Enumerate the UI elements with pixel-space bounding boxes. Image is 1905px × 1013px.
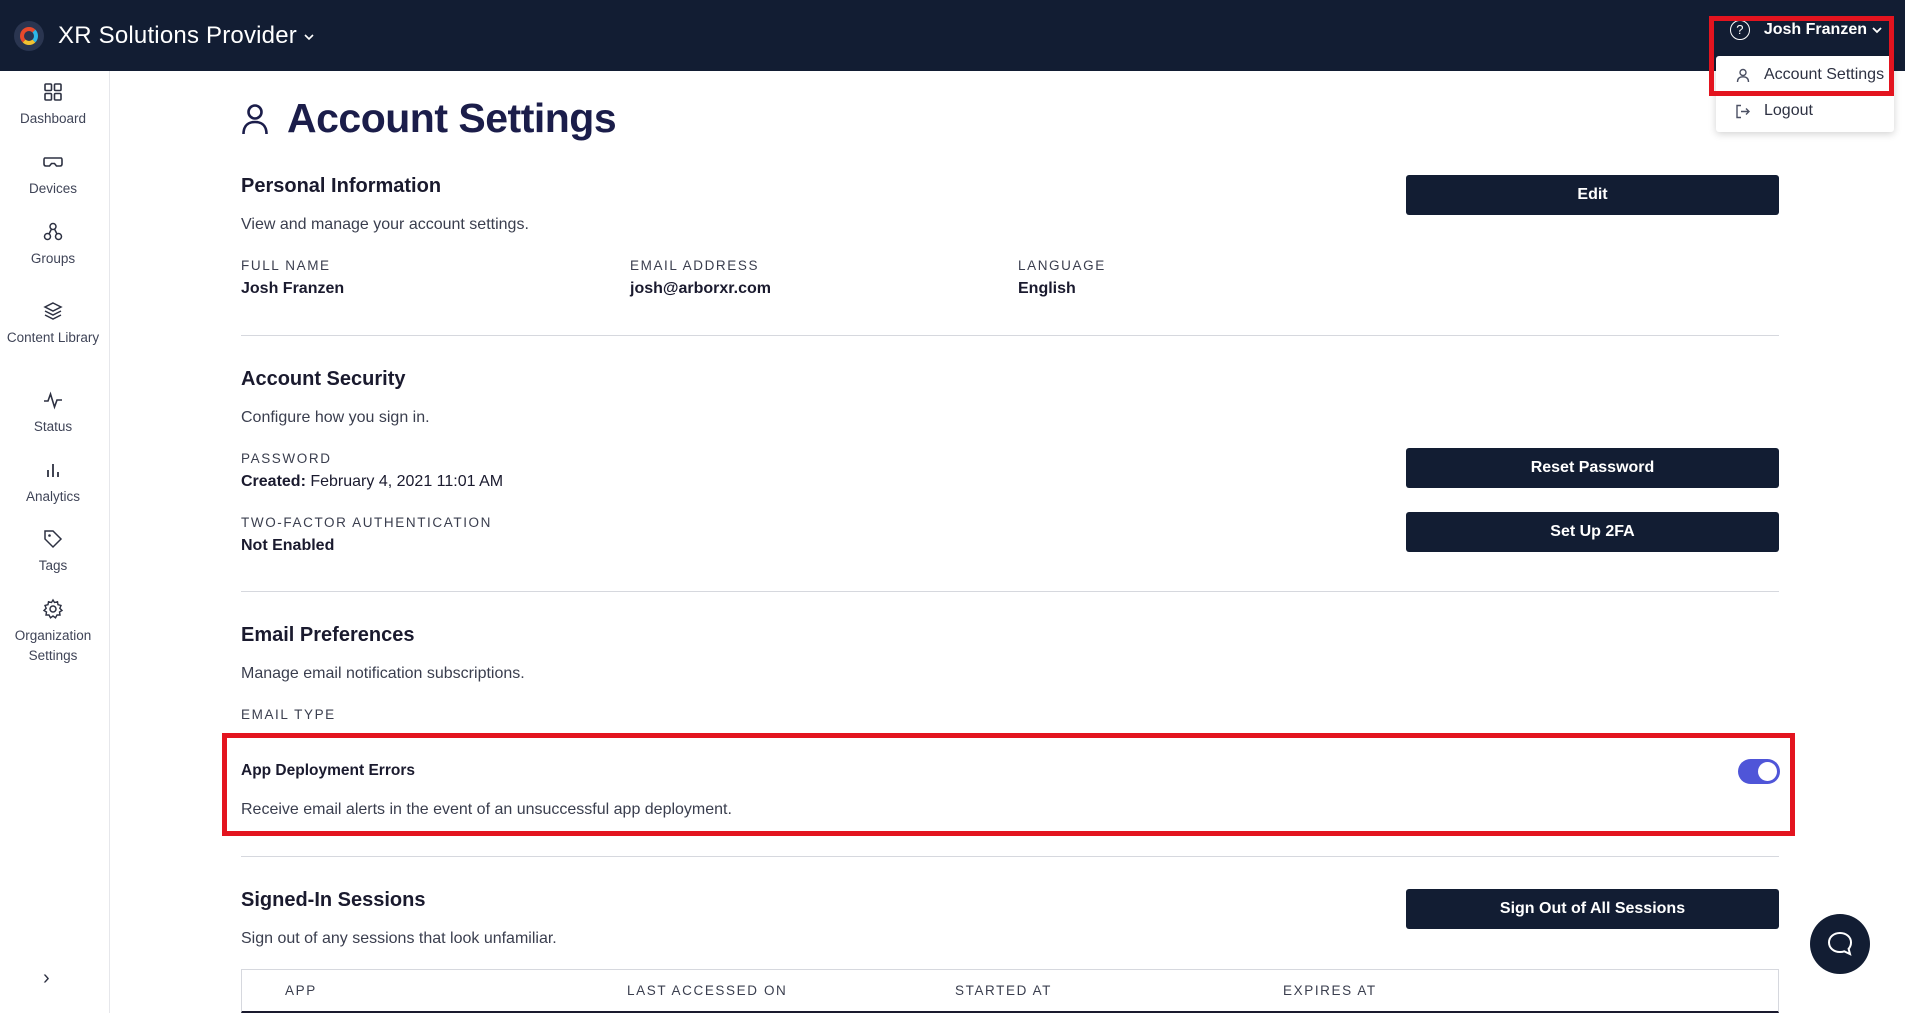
sidebar-item-label: Analytics — [25, 489, 81, 504]
sidebar-item-organization-settings[interactable]: Organization Settings — [0, 598, 106, 666]
org-name: XR Solutions Provider — [58, 21, 297, 49]
user-icon — [1734, 68, 1752, 83]
column-header-expires-at[interactable]: EXPIRES AT — [1283, 983, 1377, 998]
org-switcher[interactable]: XR Solutions Provider — [14, 20, 315, 51]
account-security-subtitle: Configure how you sign in. — [241, 409, 430, 426]
sidebar-item-groups[interactable]: Groups — [0, 221, 106, 269]
divider — [241, 591, 1779, 592]
sidebar-item-dashboard[interactable]: Dashboard — [0, 81, 106, 129]
set-up-2fa-button[interactable]: Set Up 2FA — [1406, 512, 1779, 552]
column-header-last-accessed[interactable]: LAST ACCESSED ON — [627, 983, 787, 998]
email-type-label: EMAIL TYPE — [241, 707, 336, 722]
menu-item-account-settings[interactable]: Account Settings — [1716, 58, 1894, 92]
gear-icon — [42, 598, 64, 619]
sidebar-item-label: Organization Settings — [14, 628, 92, 663]
toggle-knob — [1758, 762, 1777, 781]
sidebar-item-tags[interactable]: Tags — [0, 528, 106, 576]
sidebar-expand-button[interactable]: › — [43, 967, 50, 990]
full-name-label: FULL NAME — [241, 258, 331, 273]
created-label: Created: — [241, 473, 306, 490]
user-menu-dropdown: Account Settings Logout — [1716, 56, 1894, 132]
full-name-value: Josh Franzen — [241, 280, 345, 297]
reset-password-button[interactable]: Reset Password — [1406, 448, 1779, 488]
top-bar: XR Solutions Provider ? Josh Franzen — [0, 0, 1905, 71]
support-chat-button[interactable] — [1810, 914, 1870, 974]
vr-headset-icon — [43, 157, 63, 167]
email-value: josh@arborxr.com — [630, 280, 771, 297]
sidebar-item-label: Dashboard — [19, 111, 87, 126]
twofa-label: TWO-FACTOR AUTHENTICATION — [241, 515, 492, 530]
app-deployment-errors-toggle[interactable] — [1738, 759, 1780, 784]
email-label: EMAIL ADDRESS — [630, 258, 760, 273]
divider — [241, 856, 1779, 857]
menu-item-label: Account Settings — [1764, 66, 1885, 83]
sessions-table-header: APP LAST ACCESSED ON STARTED AT EXPIRES … — [241, 969, 1779, 1013]
sidebar: Dashboard Devices Groups Content Library… — [0, 71, 110, 1013]
user-area: ? Josh Franzen — [1729, 20, 1883, 40]
sidebar-item-content-library[interactable]: Content Library — [0, 300, 106, 348]
edit-button[interactable]: Edit — [1406, 175, 1779, 215]
account-security-title: Account Security — [241, 368, 406, 390]
sidebar-item-label: Tags — [38, 558, 68, 573]
created-value: February 4, 2021 11:01 AM — [310, 473, 504, 490]
page-title: Account Settings — [287, 95, 617, 141]
menu-item-label: Logout — [1764, 102, 1813, 119]
sidebar-item-analytics[interactable]: Analytics — [0, 459, 106, 507]
user-menu-button[interactable]: Josh Franzen — [1764, 21, 1867, 39]
sidebar-item-label: Groups — [30, 251, 76, 266]
sidebar-item-label: Devices — [28, 181, 77, 196]
column-header-started-at[interactable]: STARTED AT — [955, 983, 1052, 998]
org-logo — [14, 20, 44, 51]
logout-icon — [1734, 104, 1752, 119]
sidebar-item-devices[interactable]: Devices — [0, 151, 106, 199]
groups-icon — [43, 222, 63, 241]
twofa-value: Not Enabled — [241, 537, 335, 554]
column-header-app[interactable]: APP — [285, 983, 317, 998]
chat-icon — [1827, 931, 1853, 956]
help-icon[interactable]: ? — [1729, 20, 1750, 40]
language-value: English — [1018, 280, 1076, 297]
user-icon — [242, 103, 268, 134]
sidebar-item-status[interactable]: Status — [0, 389, 106, 437]
email-type-description: Receive email alerts in the event of an … — [241, 801, 732, 818]
sidebar-item-label: Content Library — [6, 330, 100, 345]
personal-info-subtitle: View and manage your account settings. — [241, 216, 529, 233]
bar-chart-icon — [47, 464, 59, 477]
personal-info-title: Personal Information — [241, 175, 442, 197]
sidebar-item-label: Status — [33, 419, 73, 434]
sessions-title: Signed-In Sessions — [241, 889, 426, 911]
divider — [241, 335, 1779, 336]
email-type-title: App Deployment Errors — [241, 762, 415, 779]
tag-icon — [44, 530, 63, 549]
layers-icon — [43, 302, 63, 320]
chevron-down-icon[interactable] — [1871, 26, 1883, 34]
password-created: Created: February 4, 2021 11:01 AM — [241, 473, 503, 491]
dashboard-grid-icon — [44, 83, 62, 101]
activity-icon — [44, 391, 62, 410]
highlight-email-preference — [222, 733, 1795, 836]
chevron-down-icon — [304, 33, 314, 40]
page-header: Account Settings — [241, 95, 617, 142]
email-prefs-title: Email Preferences — [241, 624, 415, 646]
menu-item-logout[interactable]: Logout — [1716, 92, 1894, 130]
sessions-subtitle: Sign out of any sessions that look unfam… — [241, 930, 557, 947]
password-label: PASSWORD — [241, 451, 332, 466]
language-label: LANGUAGE — [1018, 258, 1106, 273]
sign-out-all-button[interactable]: Sign Out of All Sessions — [1406, 889, 1779, 929]
email-prefs-subtitle: Manage email notification subscriptions. — [241, 665, 525, 682]
